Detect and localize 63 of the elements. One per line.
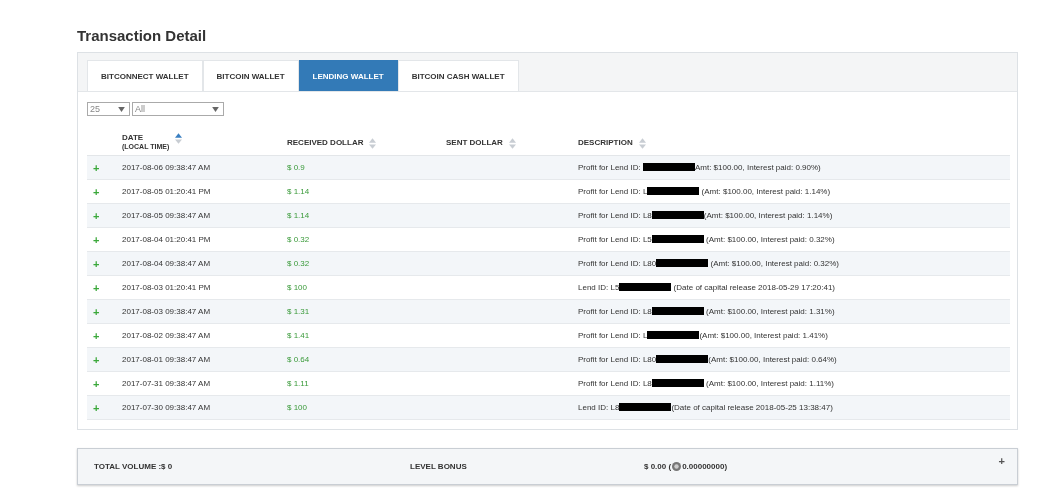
received-cell: $ 1.11 <box>287 379 309 388</box>
date-cell: 2017-07-30 09:38:47 AM <box>122 403 211 412</box>
description-cell: Profit for Lend ID: L (Amt: $100.00, Interest paid: 1.41%) <box>578 331 828 340</box>
wallet-tab[interactable]: BITCOIN CASH WALLET <box>397 60 519 91</box>
wallet-tab[interactable]: LENDING WALLET <box>298 60 398 91</box>
description-cell: Profit for Lend ID: L8 (Amt: $100.00, Interest paid: 1.31%) <box>578 307 835 316</box>
level-bonus-label: LEVEL BONUS <box>410 462 468 471</box>
expand-button[interactable]: + <box>87 161 100 174</box>
date-cell: 2017-08-06 09:38:47 AM <box>122 163 211 172</box>
caret-icon <box>212 106 219 112</box>
expand-button[interactable]: + <box>87 233 100 246</box>
expand-button[interactable]: + <box>87 209 100 222</box>
level-bonus-value: $ 0.00 ( <box>644 462 672 471</box>
date-cell: 2017-08-01 09:38:47 AM <box>122 355 211 364</box>
description-cell: Profit for Lend ID: L8 (Amt: $100.00, Interest paid: 1.11%) <box>578 379 834 388</box>
page-title: Transaction Detail <box>77 26 208 45</box>
date-cell: 2017-07-31 09:38:47 AM <box>122 379 211 388</box>
expand-button[interactable]: + <box>87 401 100 414</box>
expand-button[interactable]: + <box>87 353 100 366</box>
received-cell: $ 100 <box>287 283 308 292</box>
received-cell: $ 1.14 <box>287 211 310 220</box>
date-cell: 2017-08-03 09:38:47 AM <box>122 307 211 316</box>
received-cell: $ 1.14 <box>287 187 310 196</box>
expand-button[interactable]: + <box>87 257 100 270</box>
wallet-tab[interactable]: BITCONNECT WALLET <box>87 60 203 91</box>
expand-button[interactable]: + <box>87 329 100 342</box>
date-cell: 2017-08-05 09:38:47 AM <box>122 211 211 220</box>
received-cell: $ 100 <box>287 403 308 412</box>
received-cell: $ 0.9 <box>287 163 305 172</box>
coin-icon <box>672 462 682 471</box>
level-bonus-coins: 0.00000000) <box>682 462 728 471</box>
description-cell: Profit for Lend ID: L80 (Amt: $100.00, Interest paid: 0.32%) <box>578 259 839 268</box>
expand-button[interactable]: + <box>87 281 100 294</box>
column-header[interactable]: DESCRIPTION <box>578 138 633 147</box>
received-cell: $ 0.32 <box>287 235 310 244</box>
description-cell: Profit for Lend ID: L (Amt: $100.00, Interest paid: 1.14%) <box>578 187 831 196</box>
wallet-tab[interactable]: BITCOIN WALLET <box>202 60 299 91</box>
date-cell: 2017-08-04 01:20:41 PM <box>122 235 211 244</box>
description-cell: Profit for Lend ID: Amt: $100.00, Interest paid: 0.90%) <box>578 163 821 172</box>
description-cell: Lend ID: L5 (Date of capital release 2018-05-29 17:20:41) <box>578 283 836 292</box>
received-cell: $ 0.32 <box>287 259 310 268</box>
date-cell: 2017-08-02 09:38:47 AM <box>122 331 211 340</box>
received-cell: $ 1.31 <box>287 307 310 316</box>
date-cell: 2017-08-04 09:38:47 AM <box>122 259 211 268</box>
type-select[interactable]: All <box>132 102 224 116</box>
expand-button[interactable]: + <box>87 305 100 318</box>
date-cell: 2017-08-03 01:20:41 PM <box>122 283 211 292</box>
received-cell: $ 0.64 <box>287 355 310 364</box>
date-cell: 2017-08-05 01:20:41 PM <box>122 187 211 196</box>
column-header[interactable]: SENT DOLLAR <box>446 138 503 147</box>
total-volume: TOTAL VOLUME :$ 0 <box>94 462 174 471</box>
received-cell: $ 1.41 <box>287 331 310 340</box>
column-header[interactable]: RECEIVED DOLLAR <box>287 138 364 147</box>
expand-button[interactable]: + <box>998 455 1005 467</box>
sort-icon[interactable] <box>175 133 183 144</box>
description-cell: Lend ID: L8 (Date of capital release 2018-05-25 13:38:47) <box>578 403 833 412</box>
description-cell: Profit for Lend ID: L8 (Amt: $100.00, Interest paid: 1.14%) <box>578 211 833 220</box>
description-cell: Profit for Lend ID: L5 (Amt: $100.00, Interest paid: 0.32%) <box>578 235 835 244</box>
expand-button[interactable]: + <box>87 185 100 198</box>
page-size-select[interactable]: 25 <box>87 102 130 116</box>
description-cell: Profit for Lend ID: L80 (Amt: $100.00, Interest paid: 0.64%) <box>578 355 837 364</box>
caret-icon <box>118 106 125 112</box>
expand-button[interactable]: + <box>87 377 100 390</box>
